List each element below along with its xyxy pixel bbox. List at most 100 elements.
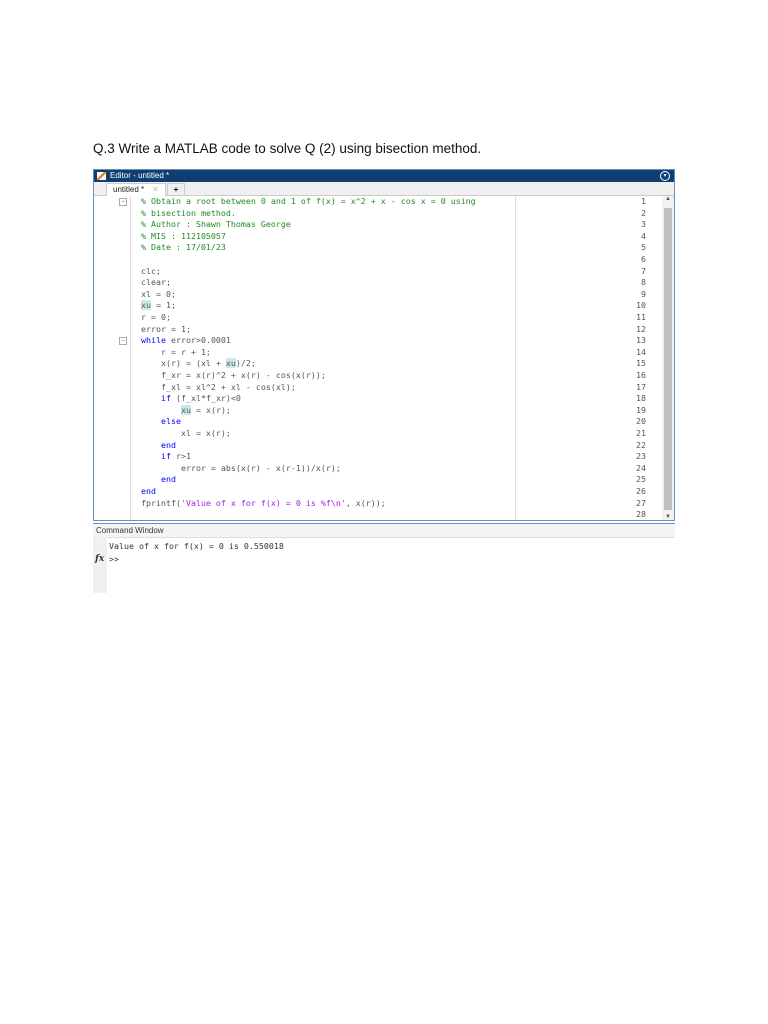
- line-number: 10: [636, 300, 646, 311]
- code-line[interactable]: 11 r = 0;: [94, 312, 660, 324]
- command-window-header: Command Window: [93, 523, 675, 538]
- code-text: error = abs(x(r) - x(r-1))/x(r);: [141, 463, 341, 475]
- code-text: x(r) = (xl + xu)/2;: [141, 358, 256, 370]
- code-text: % MIS : 112105057: [141, 231, 226, 243]
- code-token: error>0.0001: [165, 335, 231, 346]
- command-window: Command Window fx Value of x for f(x) = …: [93, 523, 675, 593]
- vertical-scrollbar[interactable]: ▲ ▼: [662, 196, 674, 520]
- code-line[interactable]: 24 error = abs(x(r) - x(r-1))/x(r);: [94, 463, 660, 475]
- code-editor[interactable]: 1 − % Obtain a root between 0 and 1 of f(x…: [94, 196, 660, 520]
- code-line[interactable]: 13 − while error>0.0001: [94, 335, 660, 347]
- close-tab-icon[interactable]: ✕: [152, 185, 159, 194]
- code-token: fprintf(: [141, 497, 181, 508]
- code-line[interactable]: 25 end: [94, 474, 660, 486]
- fold-toggle-icon[interactable]: −: [119, 198, 127, 206]
- code-line[interactable]: 1 − % Obtain a root between 0 and 1 of f(x…: [94, 196, 660, 208]
- code-token: xu: [225, 358, 236, 369]
- scroll-thumb[interactable]: [664, 208, 672, 510]
- code-text: % Author : Shawn Thomas George: [141, 219, 291, 231]
- code-line[interactable]: 18 if (f_xl*f_xr)<0: [94, 393, 660, 405]
- code-text: clc;: [141, 266, 161, 278]
- code-text: clear;: [141, 277, 171, 289]
- line-number: 4: [641, 230, 646, 241]
- editor-icon: [97, 172, 106, 180]
- code-line[interactable]: 5 % Date : 17/01/23: [94, 242, 660, 254]
- code-line[interactable]: 16 f_xr = x(r)^2 + x(r) - cos(x(r));: [94, 370, 660, 382]
- options-menu-icon[interactable]: ▾: [660, 171, 670, 181]
- code-line[interactable]: 21 xl = x(r);: [94, 428, 660, 440]
- code-token: xl = 0;: [141, 288, 176, 299]
- code-token: xl = x(r);: [141, 428, 231, 438]
- code-line[interactable]: 2 % bisection method.: [94, 208, 660, 220]
- tab-untitled[interactable]: untitled * ✕: [106, 183, 166, 196]
- code-token: 'Value of x for f(x) = 0 is %f\n': [180, 497, 346, 508]
- code-token: end: [160, 474, 176, 485]
- code-token: = 1;: [151, 300, 176, 311]
- line-number: 19: [636, 404, 646, 415]
- code-line[interactable]: 9 xl = 0;: [94, 289, 660, 301]
- code-line[interactable]: 7 clc;: [94, 266, 660, 278]
- line-number: 20: [636, 416, 646, 427]
- code-token: , x(r));: [345, 497, 386, 508]
- code-line[interactable]: 20 else: [94, 416, 660, 428]
- code-text: r = r + 1;: [141, 347, 211, 359]
- scroll-up-icon[interactable]: ▲: [662, 196, 674, 202]
- code-line[interactable]: 8 clear;: [94, 277, 660, 289]
- command-window-body[interactable]: fx Value of x for f(x) = 0 is 0.550018 >…: [93, 537, 675, 593]
- code-line[interactable]: 19 xu = x(r);: [94, 404, 660, 417]
- code-token: end: [160, 439, 176, 450]
- line-number: 8: [641, 277, 646, 288]
- line-number: 24: [636, 462, 646, 473]
- editor-window: Editor - untitled * ▾ untitled * ✕ + 1 − % …: [93, 169, 675, 521]
- code-text: end: [141, 474, 176, 486]
- code-line[interactable]: 14 r = r + 1;: [94, 347, 660, 359]
- fold-toggle-icon[interactable]: −: [119, 337, 127, 346]
- code-line[interactable]: 22 end: [94, 440, 660, 452]
- line-number: 17: [636, 381, 646, 392]
- code-line[interactable]: 12 error = 1;: [94, 324, 660, 336]
- code-line[interactable]: 28: [94, 509, 660, 521]
- code-token: xu: [141, 300, 151, 311]
- code-token: r = 0;: [141, 312, 171, 322]
- code-token: % Author : Shawn Thomas George: [141, 219, 291, 230]
- line-number: 7: [641, 265, 646, 276]
- code-line[interactable]: 4 % MIS : 112105057: [94, 231, 660, 243]
- code-text: else: [141, 416, 181, 428]
- editor-title: Editor - untitled *: [110, 171, 170, 180]
- code-token: if: [160, 393, 171, 404]
- scroll-down-icon[interactable]: ▼: [662, 514, 674, 520]
- code-text: f_xr = x(r)^2 + x(r) - cos(x(r));: [141, 370, 326, 382]
- code-token: f_xr = x(r)^2 + x(r) - cos(x(r));: [141, 370, 326, 380]
- code-line[interactable]: 3 % Author : Shawn Thomas George: [94, 219, 660, 231]
- question-heading: Q.3 Write a MATLAB code to solve Q (2) u…: [93, 141, 482, 156]
- code-token: (f_xl*f_xr)<0: [170, 393, 241, 404]
- code-line[interactable]: 26 end: [94, 486, 660, 498]
- code-text: % bisection method.: [141, 208, 236, 220]
- code-token: % bisection method.: [141, 207, 236, 218]
- code-line[interactable]: 23 if r>1: [94, 451, 660, 463]
- line-number: 14: [636, 346, 646, 357]
- line-number: 26: [636, 486, 646, 496]
- code-line[interactable]: 6: [94, 254, 660, 266]
- code-line[interactable]: 15 x(r) = (xl + xu)/2;: [94, 358, 660, 370]
- code-line[interactable]: 17 f_xl = xl^2 + xl - cos(xl);: [94, 382, 660, 394]
- code-token: if: [160, 451, 171, 462]
- code-text: xu = x(r);: [141, 404, 231, 417]
- fx-icon[interactable]: fx: [95, 554, 104, 564]
- fx-column: [93, 537, 107, 593]
- command-prompt[interactable]: >>: [109, 553, 119, 565]
- line-number: 21: [636, 428, 646, 438]
- code-token: = x(r);: [190, 404, 231, 415]
- code-line[interactable]: 10 xu = 1;: [94, 300, 660, 312]
- line-number: 28: [636, 509, 646, 520]
- code-text: % Obtain a root between 0 and 1 of f(x) …: [141, 196, 476, 208]
- code-token: % MIS : 112105057: [141, 230, 226, 241]
- line-number: 25: [636, 474, 646, 485]
- code-line[interactable]: 27 fprintf('Value of x for f(x) = 0 is %f…: [94, 498, 660, 510]
- line-number: 6: [641, 254, 646, 264]
- code-text: xu = 1;: [141, 300, 176, 312]
- code-text: while error>0.0001: [141, 335, 231, 347]
- new-tab-button[interactable]: +: [167, 183, 185, 196]
